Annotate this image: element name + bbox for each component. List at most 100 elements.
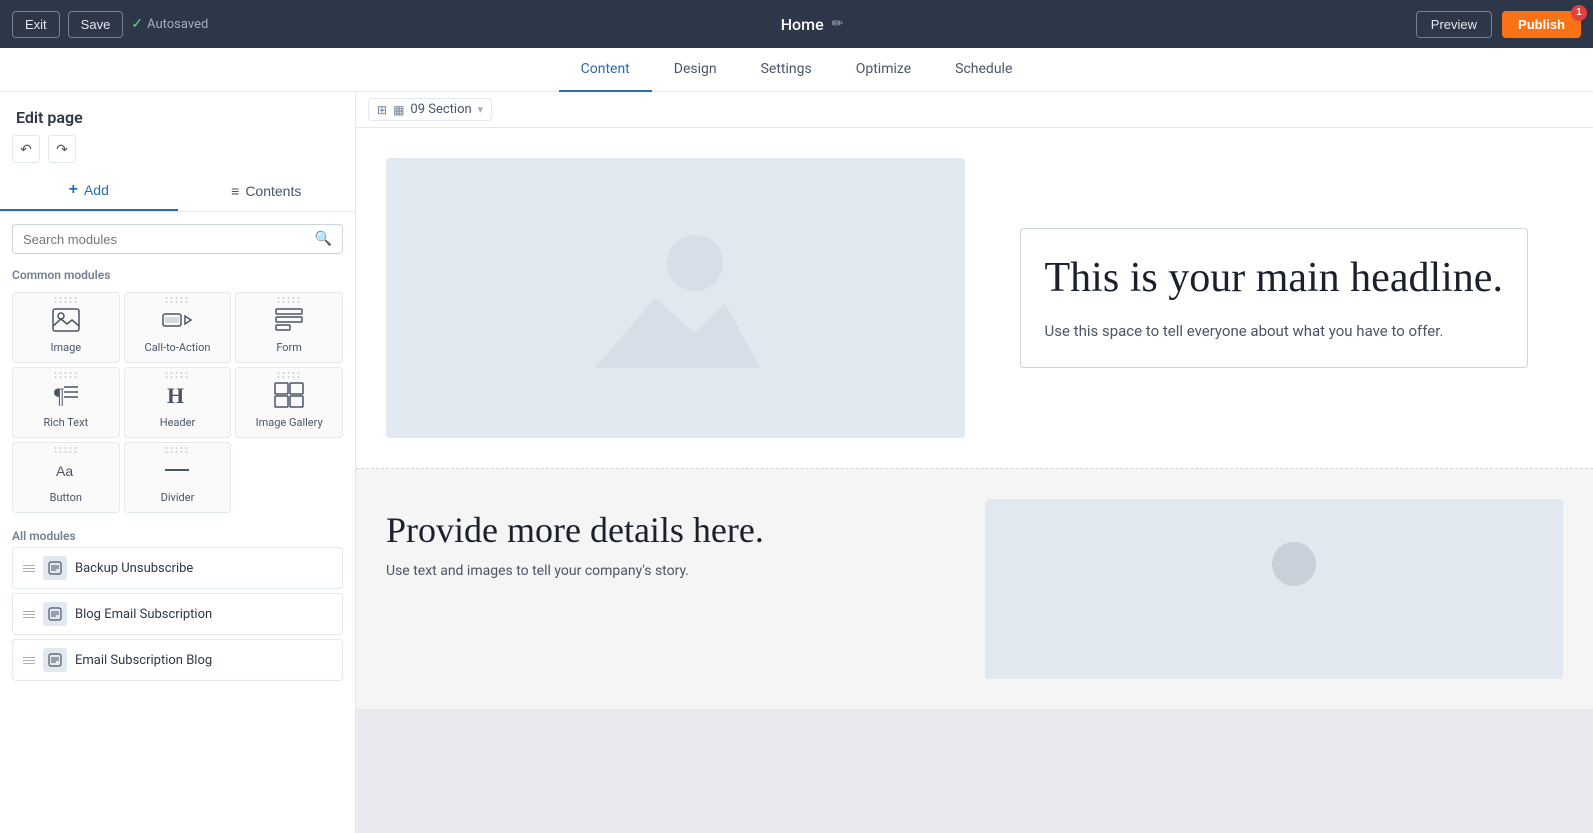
all-modules-label: All modules <box>0 521 355 547</box>
drag-dots <box>166 447 189 453</box>
main-headline: This is your main headline. <box>1045 253 1503 303</box>
section-chevron-icon: ▾ <box>478 103 484 116</box>
section-toolbar-inner[interactable]: ⊞ ▦ 09 Section ▾ <box>368 98 492 121</box>
drag-handle-icon <box>23 611 35 618</box>
main-area: Edit page ↶ ↷ + Add ≡ Contents 🔍 Common … <box>0 92 1593 833</box>
email-subscription-blog-label: Email Subscription Blog <box>75 653 212 668</box>
module-divider[interactable]: Divider <box>124 442 232 513</box>
svg-text:¶: ¶ <box>54 383 64 408</box>
search-input[interactable] <box>23 232 309 247</box>
drag-handle-icon <box>23 565 35 572</box>
topbar-left: Exit Save ✓ Autosaved <box>12 11 208 38</box>
hero-text-box[interactable]: This is your main headline. Use this spa… <box>1020 228 1528 368</box>
add-tab-label: Add <box>84 182 109 198</box>
module-button[interactable]: Aa Button <box>12 442 120 513</box>
edit-title-icon[interactable]: ✏ <box>832 16 844 32</box>
undo-button[interactable]: ↶ <box>12 135 40 163</box>
section-grid-icon: ⊞ <box>377 103 387 117</box>
rich-text-module-label: Rich Text <box>43 416 88 429</box>
form-module-label: Form <box>276 341 302 354</box>
second-text-block: Provide more details here. Use text and … <box>386 499 965 679</box>
canvas-area: ⊞ ▦ 09 Section ▾ This is y <box>356 92 1593 833</box>
topbar-center: Home ✏ <box>218 15 1406 34</box>
backup-unsubscribe-label: Backup Unsubscribe <box>75 561 193 576</box>
backup-unsubscribe-icon <box>43 556 67 580</box>
redo-button[interactable]: ↷ <box>48 135 76 163</box>
rich-text-module-icon: ¶ <box>52 380 80 410</box>
list-item-blog-email-subscription[interactable]: Blog Email Subscription <box>12 593 343 635</box>
sidebar-title: Edit page <box>0 92 355 135</box>
drag-handle-icon-3 <box>23 657 35 664</box>
tab-design[interactable]: Design <box>652 48 739 92</box>
image-module-icon <box>52 305 80 335</box>
publish-badge: 1 <box>1571 5 1587 21</box>
all-modules-list: Backup Unsubscribe Blog Email Subscripti… <box>0 547 355 681</box>
list-item-email-subscription-blog[interactable]: Email Subscription Blog <box>12 639 343 681</box>
second-image-placeholder[interactable] <box>985 499 1564 679</box>
exit-button[interactable]: Exit <box>12 11 60 38</box>
preview-button[interactable]: Preview <box>1416 11 1492 38</box>
divider-module-label: Divider <box>161 491 195 504</box>
section-label-text: 09 Section <box>410 102 471 117</box>
sidebar: Edit page ↶ ↷ + Add ≡ Contents 🔍 Common … <box>0 92 356 833</box>
divider-module-icon <box>162 455 192 485</box>
modules-grid: Image Call-to-Action <box>0 288 355 521</box>
button-module-icon: Aa <box>51 455 81 485</box>
form-module-icon <box>275 305 303 335</box>
image-gallery-module-icon <box>274 380 304 410</box>
canvas-details-section: Provide more details here. Use text and … <box>356 469 1593 709</box>
hero-image-placeholder[interactable] <box>386 158 965 438</box>
list-item-backup-unsubscribe[interactable]: Backup Unsubscribe <box>12 547 343 589</box>
cta-module-label: Call-to-Action <box>145 341 211 354</box>
drag-dots <box>166 372 189 378</box>
cta-module-icon <box>161 305 193 335</box>
drag-dots <box>54 372 77 378</box>
main-subtext: Use this space to tell everyone about wh… <box>1045 319 1503 343</box>
tab-content[interactable]: Content <box>559 48 652 92</box>
drag-dots <box>278 372 301 378</box>
autosaved-label: Autosaved <box>147 17 208 32</box>
publish-button[interactable]: Publish 1 <box>1502 11 1581 38</box>
blog-email-subscription-label: Blog Email Subscription <box>75 607 212 622</box>
tab-settings[interactable]: Settings <box>739 48 834 92</box>
header-module-label: Header <box>160 416 195 429</box>
topbar: Exit Save ✓ Autosaved Home ✏ Preview Pub… <box>0 0 1593 48</box>
search-area: 🔍 <box>0 212 355 262</box>
blog-email-icon <box>43 602 67 626</box>
module-image-gallery[interactable]: Image Gallery <box>235 367 343 438</box>
search-input-wrap: 🔍 <box>12 224 343 254</box>
page-title-area: Home ✏ <box>781 15 844 34</box>
save-button[interactable]: Save <box>68 11 124 38</box>
module-rich-text[interactable]: ¶ Rich Text <box>12 367 120 438</box>
autosaved-status: ✓ Autosaved <box>131 16 208 32</box>
image-module-label: Image <box>51 341 82 354</box>
header-module-icon: H <box>163 380 191 410</box>
tab-optimize[interactable]: Optimize <box>834 48 933 92</box>
second-subtext: Use text and images to tell your company… <box>386 563 965 579</box>
plus-icon: + <box>69 181 78 199</box>
svg-text:Aa: Aa <box>56 463 73 479</box>
page-title-text: Home <box>781 15 824 34</box>
section-toolbar: ⊞ ▦ 09 Section ▾ <box>356 92 1593 128</box>
button-module-label: Button <box>50 491 82 504</box>
add-tab-button[interactable]: + Add <box>0 171 178 211</box>
contents-icon: ≡ <box>231 183 239 199</box>
tabs-row: Content Design Settings Optimize Schedul… <box>0 48 1593 92</box>
tab-schedule[interactable]: Schedule <box>933 48 1034 92</box>
svg-text:H: H <box>167 383 184 408</box>
second-headline: Provide more details here. <box>386 509 965 551</box>
common-modules-label: Common modules <box>0 262 355 288</box>
module-form[interactable]: Form <box>235 292 343 363</box>
search-icon: 🔍 <box>315 231 332 247</box>
contents-tab-button[interactable]: ≡ Contents <box>178 171 356 211</box>
canvas-hero-section: This is your main headline. Use this spa… <box>356 128 1593 469</box>
drag-dots <box>54 297 77 303</box>
hero-text-area: This is your main headline. Use this spa… <box>985 158 1564 438</box>
module-header[interactable]: H Header <box>124 367 232 438</box>
topbar-right: Preview Publish 1 <box>1416 11 1581 38</box>
image-gallery-module-label: Image Gallery <box>256 416 323 429</box>
drag-dots <box>166 297 189 303</box>
module-image[interactable]: Image <box>12 292 120 363</box>
email-sub-blog-icon <box>43 648 67 672</box>
module-cta[interactable]: Call-to-Action <box>124 292 232 363</box>
